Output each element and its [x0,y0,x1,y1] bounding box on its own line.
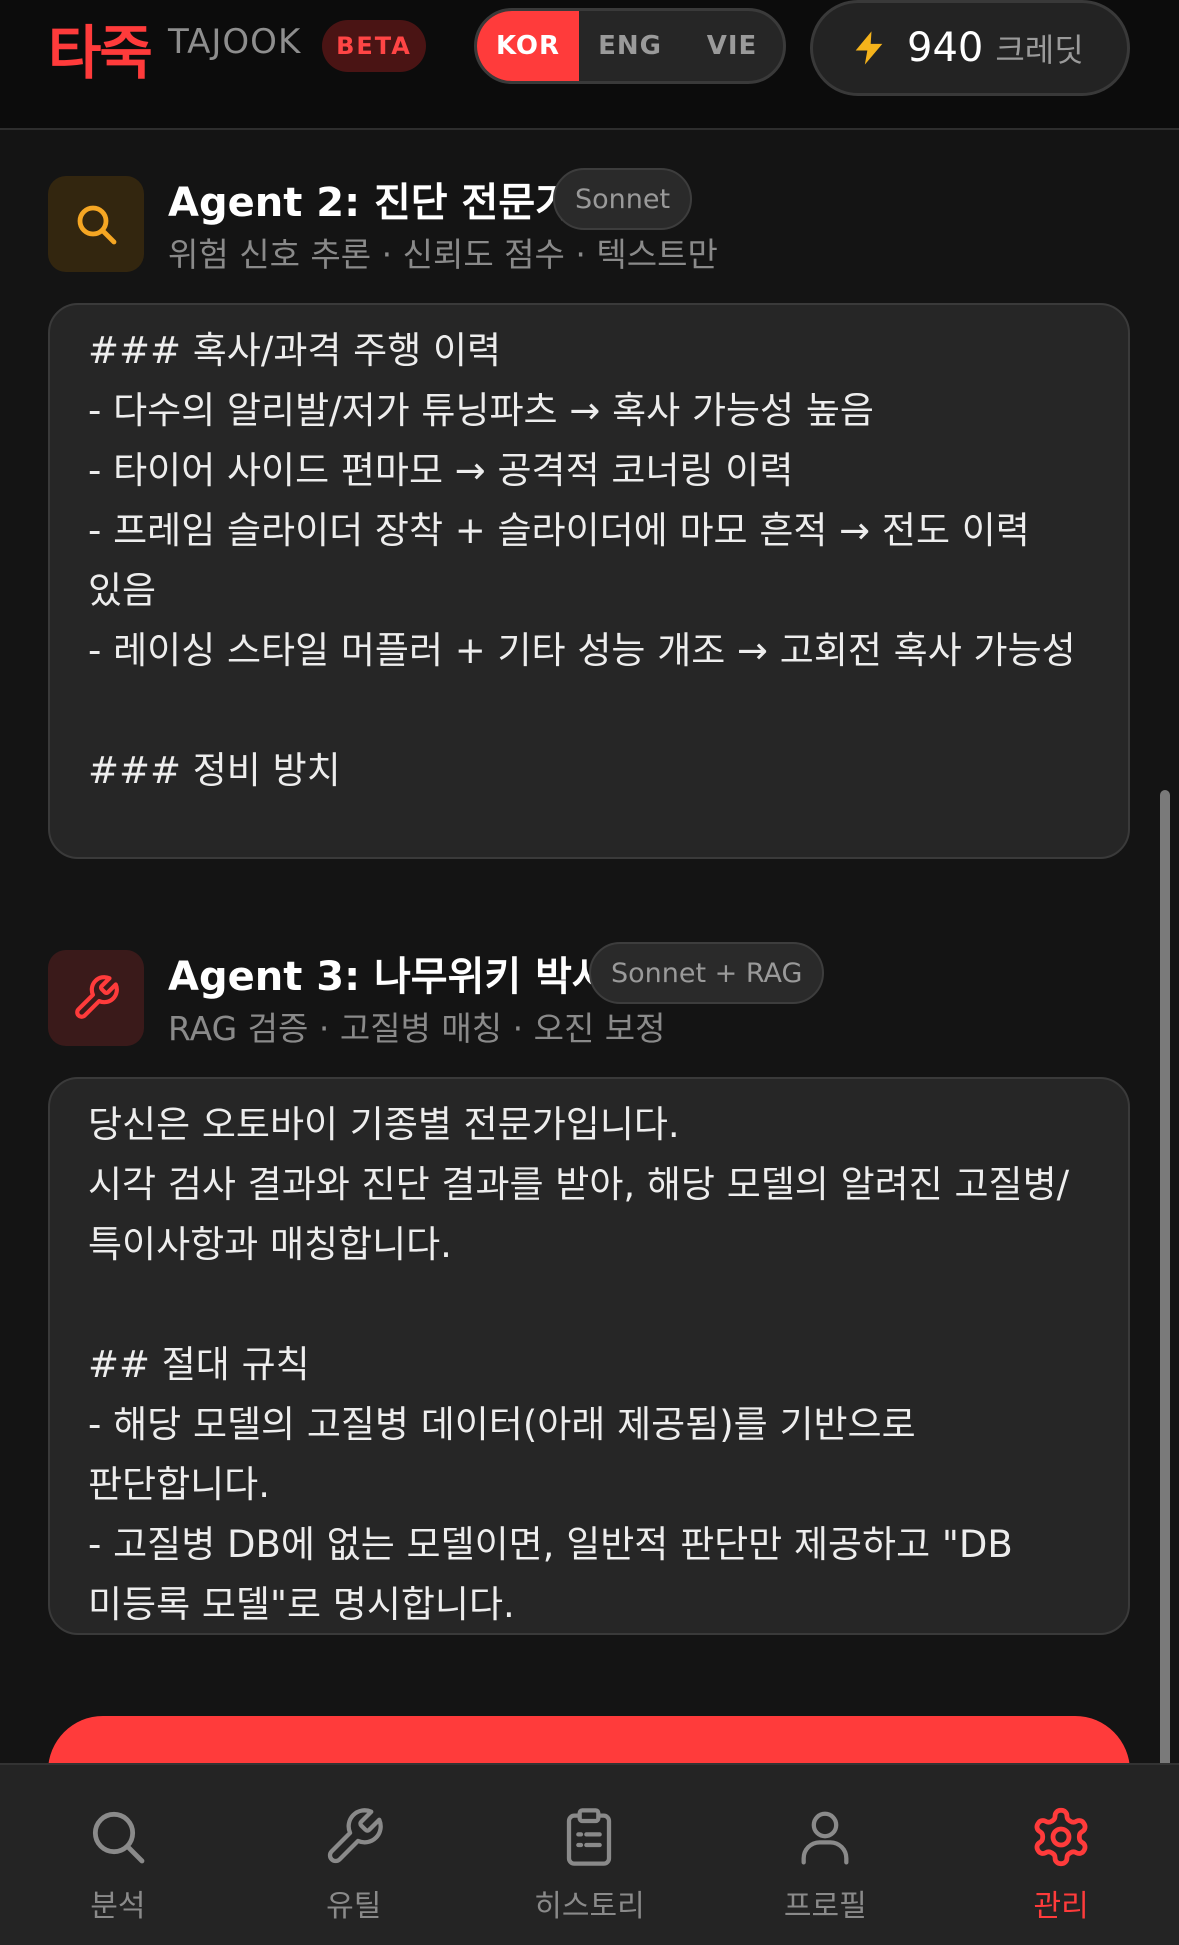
search-icon [77,205,117,245]
nav-item-admin[interactable]: 관리 [943,1765,1179,1945]
wrench-icon [327,1808,383,1864]
nav-item-utility[interactable]: 유틸 [236,1765,472,1945]
nav-label-history: 히스토리 [534,1889,645,1924]
credits-badge[interactable]: 940 크레딧 [810,0,1130,96]
lightning-icon [855,31,883,65]
nav-label-profile: 프로필 [783,1889,867,1924]
agent-2-prompt-text: ### 혹사/과격 주행 이력 - 다수의 알리발/저가 튜닝파츠 → 혹사 가… [88,329,1076,792]
agent-3-description: RAG 검증 · 고질병 매칭 · 오진 보정 [168,1009,666,1048]
agent-2-icon-tile [48,176,144,272]
page-scrollbar[interactable] [1160,790,1170,1848]
agent-2-description: 위험 신호 추론 · 신뢰도 점수 · 텍스트만 [168,235,718,274]
gear-icon [1034,1807,1088,1867]
agent-2-title: Agent 2: 진단 전문가 [168,180,572,226]
agent-3-prompt-editor[interactable]: 당신은 오토바이 기종별 전문가입니다. 시각 검사 결과와 진단 결과를 받아… [48,1077,1130,1635]
wrench-icon [75,975,119,1019]
nav-label-utility: 유틸 [326,1889,382,1924]
language-option-vie[interactable]: VIE [681,11,783,81]
app-logo[interactable]: 타죽 [48,6,153,90]
nav-item-profile[interactable]: 프로필 [707,1765,943,1945]
search-icon [92,1811,145,1864]
credits-amount: 940 [907,25,984,71]
app-logo-subtitle: TAJOOK [168,22,302,62]
credits-unit: 크레딧 [995,31,1084,69]
language-option-eng[interactable]: ENG [579,11,681,81]
nav-item-history[interactable]: 히스토리 [472,1765,708,1945]
language-switcher: KOR ENG VIE [474,8,786,84]
app-header: 타죽 TAJOOK BETA KOR ENG VIE 940 크레딧 [0,0,1179,130]
agent-2-model-badge: Sonnet [553,168,693,230]
language-option-kor[interactable]: KOR [477,11,579,81]
bottom-navigation: 분석 유틸 히스토리 프로필 관리 [0,1763,1179,1945]
clipboard-icon [567,1808,612,1866]
agent-2-prompt-editor[interactable]: ### 혹사/과격 주행 이력 - 다수의 알리발/저가 튜닝파츠 → 혹사 가… [48,303,1130,859]
agent-3-prompt-text: 당신은 오토바이 기종별 전문가입니다. 시각 검사 결과와 진단 결과를 받아… [88,1103,1070,1626]
agent-3-model-badge: Sonnet + RAG [589,942,825,1004]
nav-label-admin: 관리 [1033,1889,1089,1924]
beta-badge: BETA [322,20,426,72]
agent-3-icon-tile [48,950,144,1046]
nav-label-analysis: 분석 [90,1889,146,1924]
user-icon [801,1811,849,1865]
agent-3-title: Agent 3: 나무위키 박사 [168,954,609,1000]
nav-item-analysis[interactable]: 분석 [0,1765,236,1945]
